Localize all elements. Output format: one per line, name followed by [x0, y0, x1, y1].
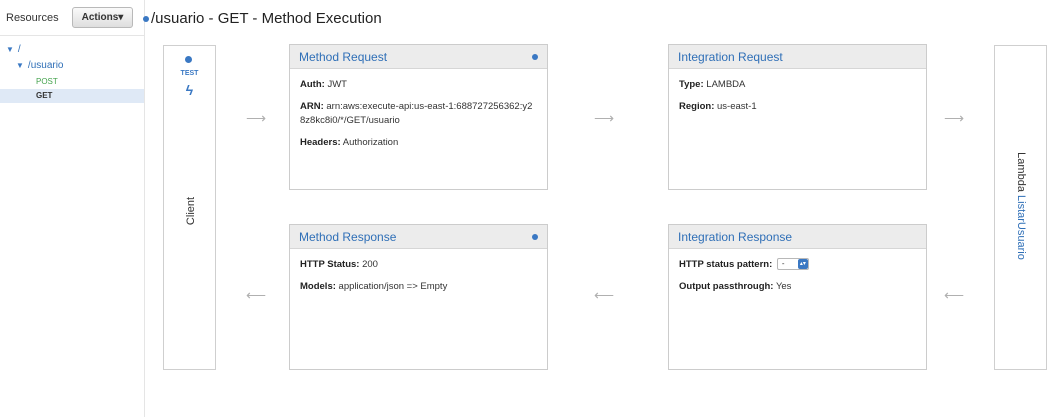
- lightning-icon[interactable]: ϟ: [164, 82, 215, 98]
- http-status-line: HTTP Status: 200: [300, 259, 378, 270]
- lambda-column: Lambda ListarUsuario: [994, 45, 1047, 370]
- arn-line: ARN: arn:aws:execute-api:us-east-1:68872…: [300, 101, 533, 126]
- resources-sidebar: Resources Actions▾ ▼ / ▼/usuario POST GET: [0, 0, 145, 417]
- tree-item-root[interactable]: ▼ /: [6, 44, 21, 55]
- integration-request-link[interactable]: Integration Request: [678, 50, 783, 64]
- passthrough-line: Output passthrough: Yes: [679, 281, 792, 292]
- tree-method-post[interactable]: POST: [36, 77, 58, 86]
- card-header: Method Response: [290, 225, 547, 249]
- tree-usuario-label[interactable]: /usuario: [28, 60, 64, 71]
- card-header: Integration Response: [669, 225, 926, 249]
- sidebar-header: Resources Actions▾: [0, 0, 145, 36]
- tree-method-get[interactable]: GET: [0, 89, 144, 103]
- actions-dropdown-button[interactable]: Actions▾: [72, 7, 133, 28]
- client-dot-icon: [185, 56, 192, 63]
- arrow-right-icon: ⟶: [594, 110, 615, 126]
- caret-down-icon[interactable]: ▼: [6, 45, 14, 54]
- test-link[interactable]: TEST: [164, 70, 215, 77]
- arrow-right-icon: ⟶: [944, 110, 965, 126]
- headers-line: Headers: Authorization: [300, 137, 399, 148]
- client-column: TEST ϟ Client: [163, 45, 216, 370]
- method-request-card: Method Request Auth: JWT ARN: arn:aws:ex…: [289, 44, 548, 190]
- status-pattern-line: HTTP status pattern: - ▴▾: [679, 258, 916, 272]
- select-chevron-icon[interactable]: ▴▾: [797, 259, 808, 270]
- caret-down-icon[interactable]: ▼: [16, 61, 24, 70]
- status-dot-icon: [532, 234, 538, 240]
- arrow-left-icon: ⟵: [594, 287, 615, 303]
- resources-label: Resources: [6, 12, 59, 24]
- title-dot-icon: [143, 16, 149, 22]
- card-header: Integration Request: [669, 45, 926, 69]
- region-line: Region: us-east-1: [679, 101, 757, 112]
- method-response-card: Method Response HTTP Status: 200 Models:…: [289, 224, 548, 370]
- tree-item-usuario[interactable]: ▼ /usuario: [16, 60, 64, 71]
- models-line: Models: application/json => Empty: [300, 281, 448, 292]
- method-response-link[interactable]: Method Response: [299, 230, 396, 244]
- type-line: Type: LAMBDA: [679, 79, 746, 90]
- page-title: /usuario - GET - Method Execution: [151, 10, 382, 27]
- method-request-link[interactable]: Method Request: [299, 50, 387, 64]
- integration-response-card: Integration Response HTTP status pattern…: [668, 224, 927, 370]
- arrow-right-icon: ⟶: [246, 110, 267, 126]
- status-dot-icon: [532, 54, 538, 60]
- auth-line: Auth: JWT: [300, 79, 347, 90]
- tree-root-label[interactable]: /: [18, 44, 21, 55]
- integration-response-link[interactable]: Integration Response: [678, 230, 792, 244]
- client-label: Client: [185, 196, 197, 226]
- arrow-left-icon: ⟵: [944, 287, 965, 303]
- card-header: Method Request: [290, 45, 547, 69]
- lambda-function-link[interactable]: ListarUsuario: [1015, 195, 1027, 260]
- lambda-label: Lambda ListarUsuario: [1015, 152, 1027, 260]
- integration-request-card: Integration Request Type: LAMBDA Region:…: [668, 44, 927, 190]
- arrow-left-icon: ⟵: [246, 287, 267, 303]
- status-pattern-select[interactable]: - ▴▾: [776, 258, 809, 271]
